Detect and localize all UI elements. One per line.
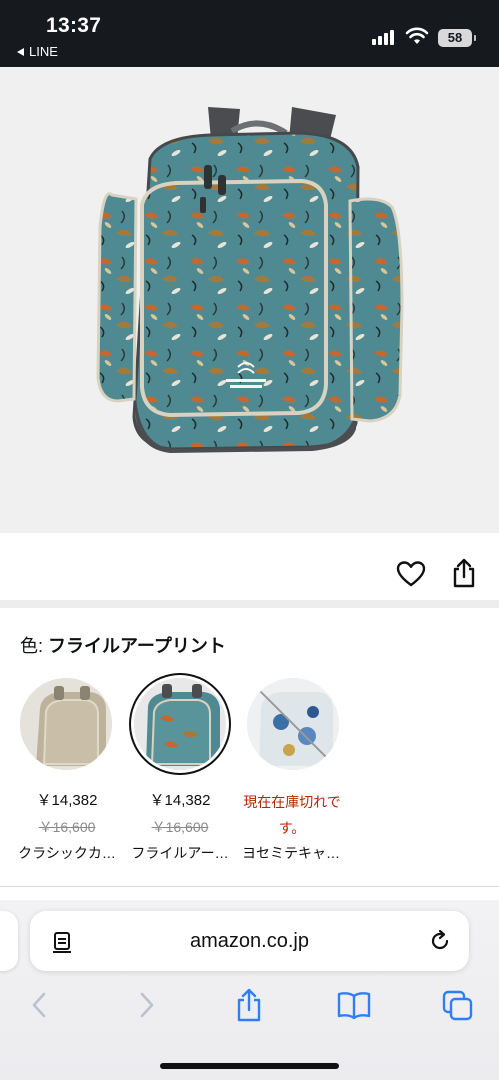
swatch-price: ￥14,382 [149, 792, 211, 809]
swatch-name: ヨセミテキャ… [242, 845, 340, 861]
swatch-list-price: ￥16,600 [151, 819, 209, 835]
color-label-key: 色: [20, 636, 49, 656]
color-swatch-classic-khaki[interactable] [20, 678, 112, 770]
share-sheet-icon[interactable] [235, 988, 263, 1022]
signal-icon [372, 30, 394, 45]
tabs-icon[interactable] [442, 990, 474, 1022]
previous-tab-preview[interactable] [0, 911, 18, 971]
back-to-line-link[interactable]: LINE [17, 44, 58, 59]
back-triangle-icon [17, 47, 24, 56]
section-separator [0, 886, 499, 887]
swatch-list-price: ￥16,600 [38, 819, 96, 835]
wifi-icon [405, 27, 429, 44]
heart-icon[interactable] [396, 560, 426, 588]
color-swatch-yosemite[interactable] [247, 678, 339, 770]
back-icon[interactable] [28, 988, 50, 1022]
forward-icon[interactable] [136, 988, 158, 1022]
status-bar: 13:37 LINE 58 [0, 0, 499, 67]
backpack-image [96, 107, 404, 453]
home-indicator[interactable] [160, 1063, 339, 1069]
color-label: 色: フライルアープリント [20, 632, 226, 658]
swatch-price: ￥14,382 [36, 792, 98, 809]
reload-icon[interactable] [428, 929, 452, 953]
bookmarks-icon[interactable] [336, 990, 372, 1020]
product-image[interactable] [0, 67, 499, 533]
color-swatch-fly-lure-print[interactable] [134, 678, 226, 770]
clock: 13:37 [46, 14, 102, 37]
color-label-value: フライルアープリント [48, 636, 226, 656]
battery-icon: 58 [438, 29, 476, 47]
back-app-label: LINE [29, 44, 58, 59]
section-divider [0, 600, 499, 608]
share-icon[interactable] [451, 558, 477, 588]
reader-mode-icon[interactable] [52, 930, 74, 954]
out-of-stock-text: 現在在庫切れです。 [243, 794, 341, 836]
address-text[interactable]: amazon.co.jp [30, 911, 469, 971]
